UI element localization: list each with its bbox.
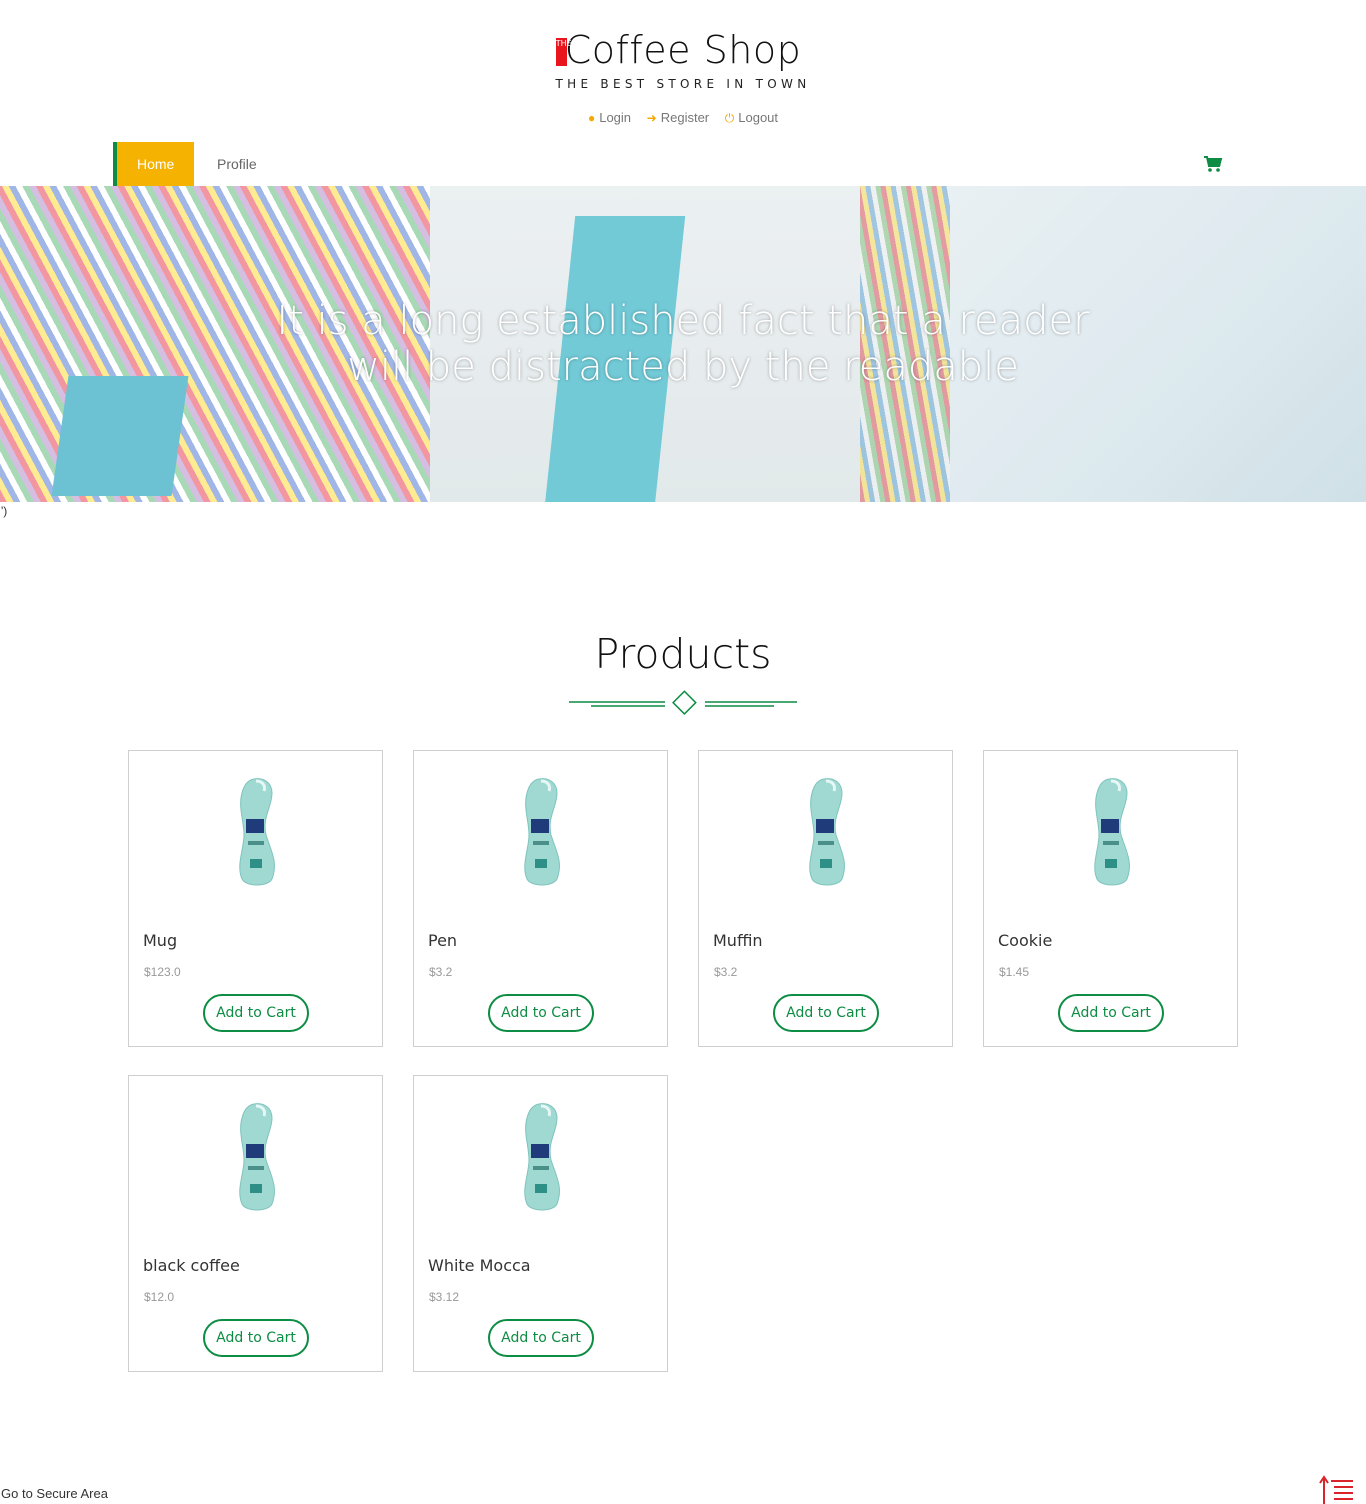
- product-image[interactable]: [232, 1102, 282, 1214]
- product-price: $12.0: [144, 1290, 175, 1304]
- scroll-top-icon[interactable]: [1319, 1473, 1355, 1504]
- product-price: $3.2: [714, 965, 738, 979]
- product-image[interactable]: [517, 1102, 567, 1214]
- product-name[interactable]: Muffin: [713, 931, 763, 950]
- nav-profile[interactable]: Profile: [197, 142, 277, 186]
- add-to-cart-button[interactable]: Add to Cart: [1058, 994, 1164, 1032]
- product-name[interactable]: Cookie: [998, 931, 1052, 950]
- site-header: THE Coffee Shop THE BEST STORE IN TOWN ●…: [0, 0, 1366, 142]
- hero-banner: It is a long established fact that a rea…: [0, 186, 1366, 502]
- product-price: $123.0: [144, 965, 181, 979]
- product-price: $3.12: [429, 1290, 460, 1304]
- product-name[interactable]: black coffee: [143, 1256, 240, 1275]
- product-name[interactable]: Mug: [143, 931, 177, 950]
- auth-links: ● Login ➜ Register ⏻ Logout: [0, 110, 1366, 126]
- product-name[interactable]: Pen: [428, 931, 457, 950]
- product-card: White Mocca $3.12 Add to Cart: [413, 1075, 668, 1372]
- products-heading: Products: [594, 630, 772, 678]
- user-icon: ●: [587, 111, 596, 125]
- product-card: Muffin $3.2 Add to Cart: [698, 750, 953, 1047]
- product-image[interactable]: [802, 777, 852, 889]
- shopping-cart-icon[interactable]: [1203, 154, 1223, 174]
- add-to-cart-button[interactable]: Add to Cart: [488, 1319, 594, 1357]
- product-card: Mug $123.0 Add to Cart: [128, 750, 383, 1047]
- product-image[interactable]: [232, 777, 282, 889]
- arrow-right-icon: ➜: [646, 111, 657, 125]
- product-name[interactable]: White Mocca: [428, 1256, 531, 1275]
- product-card: Cookie $1.45 Add to Cart: [983, 750, 1238, 1047]
- stray-text: '): [1, 504, 8, 518]
- login-link[interactable]: ● Login: [588, 110, 631, 125]
- power-icon: ⏻: [724, 111, 735, 125]
- nav-home[interactable]: Home: [113, 142, 195, 186]
- site-logo[interactable]: THE Coffee Shop: [0, 28, 1366, 72]
- product-image[interactable]: [1087, 777, 1137, 889]
- product-card: black coffee $12.0 Add to Cart: [128, 1075, 383, 1372]
- add-to-cart-button[interactable]: Add to Cart: [773, 994, 879, 1032]
- logout-link[interactable]: ⏻ Logout: [725, 110, 778, 126]
- main-nav: Home Profile: [113, 142, 1253, 186]
- site-title: Coffee Shop: [564, 28, 802, 72]
- product-image[interactable]: [517, 777, 567, 889]
- product-card: Pen $3.2 Add to Cart: [413, 750, 668, 1047]
- hero-headline: It is a long established fact that a rea…: [276, 298, 1090, 390]
- secure-area-link[interactable]: Go to Secure Area: [1, 1486, 108, 1501]
- add-to-cart-button[interactable]: Add to Cart: [203, 994, 309, 1032]
- product-price: $3.2: [429, 965, 453, 979]
- register-link[interactable]: ➜ Register: [647, 110, 709, 125]
- add-to-cart-button[interactable]: Add to Cart: [488, 994, 594, 1032]
- site-tagline: THE BEST STORE IN TOWN: [555, 77, 811, 91]
- logo-the-badge: THE: [555, 38, 572, 66]
- section-divider: [569, 690, 797, 715]
- add-to-cart-button[interactable]: Add to Cart: [203, 1319, 309, 1357]
- product-price: $1.45: [999, 965, 1030, 979]
